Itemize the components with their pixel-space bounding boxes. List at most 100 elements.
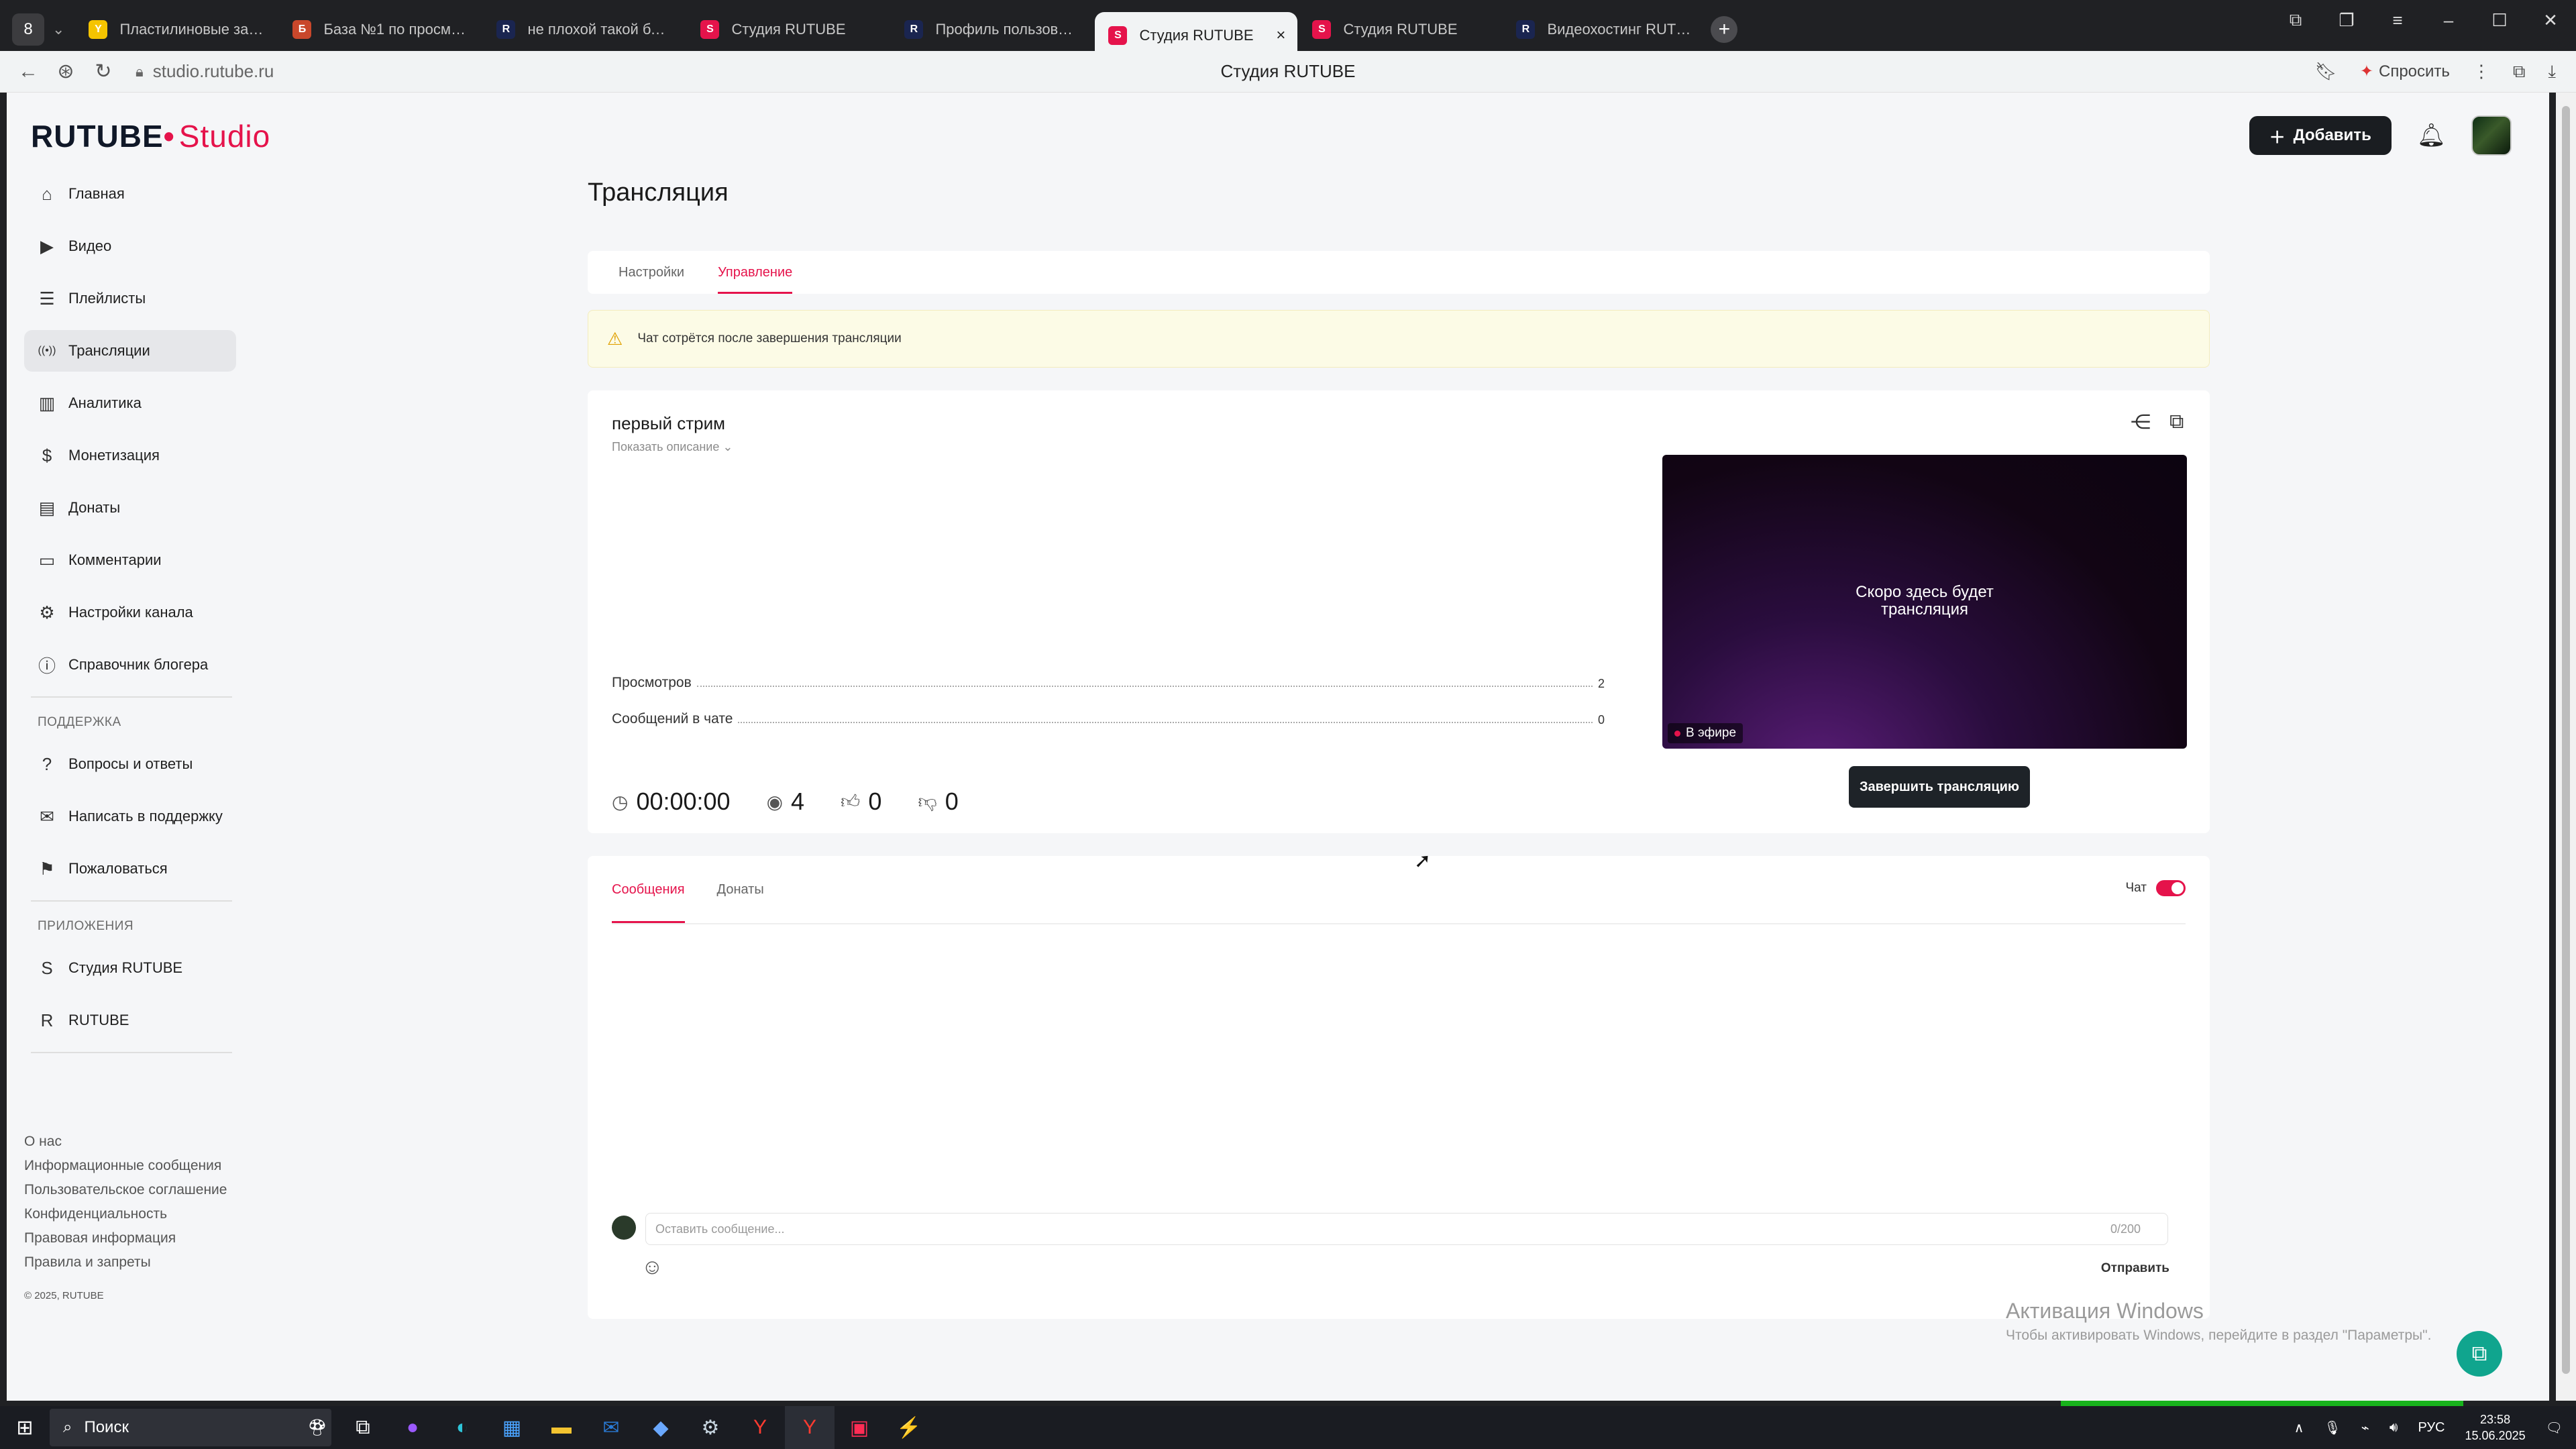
extensions-icon[interactable]: ⧉ (2270, 9, 2321, 31)
browser-page-title: Студия RUTUBE (1220, 61, 1356, 81)
show-description-link[interactable]: Показать описание ⌄ (612, 440, 733, 454)
more-menu-icon[interactable]: ⋮ (2473, 61, 2490, 82)
footer-link[interactable]: Пользовательское соглашение (24, 1178, 227, 1202)
analytics-icon: ▥ (38, 392, 56, 413)
network-icon[interactable]: ⌁ (2361, 1419, 2369, 1436)
sidebar-item[interactable]: ▭ Комментарии (24, 539, 236, 581)
footer-link[interactable]: Конфиденциальность (24, 1202, 227, 1226)
footer-link[interactable]: Правовая информация (24, 1226, 227, 1250)
collections-icon[interactable]: ⧉ (2513, 61, 2526, 83)
start-icon[interactable]: ⊞ (0, 1406, 50, 1449)
browser-tab[interactable]: Rне плохой такой блеx хорo (483, 8, 686, 51)
footer-link[interactable]: Информационные сообщения (24, 1154, 227, 1178)
tray-expand-icon[interactable]: ∧ (2294, 1419, 2304, 1436)
download-icon[interactable]: ⤓ (2548, 61, 2557, 83)
tab-group-button[interactable]: 8 (12, 13, 44, 46)
share-icon[interactable]: ⋲ (2131, 411, 2151, 434)
back-icon[interactable]: ← (9, 60, 47, 83)
sidebar-item[interactable]: S Студия RUTUBE (24, 947, 236, 989)
explorer-icon[interactable]: ▬ (537, 1406, 586, 1449)
bell-icon[interactable]: 🔔︎ (2417, 122, 2446, 149)
send-button[interactable]: Отправить (2101, 1261, 2169, 1276)
external-link-icon[interactable]: ⧉ (2169, 411, 2184, 433)
sidebar-item[interactable]: ✉ Написать в поддержку (24, 796, 236, 837)
steam-icon[interactable]: ⚙ (686, 1406, 735, 1449)
app-icon-purple[interactable]: ● (388, 1406, 437, 1449)
sidebar-item-label: Написать в поддержку (68, 808, 223, 824)
support-chat-icon[interactable]: ⧉ (2457, 1331, 2502, 1377)
browser-tab[interactable]: Б База №1 по просмотру ан (279, 8, 482, 51)
app-icon-blue[interactable]: ◆ (636, 1406, 686, 1449)
maximize-icon[interactable]: ☐ (2474, 10, 2525, 31)
minimize-icon[interactable]: – (2423, 10, 2474, 31)
browser-tab[interactable]: R Профиль пользователя R (891, 8, 1093, 51)
close-tab-icon[interactable]: × (1276, 26, 1285, 45)
tab-donations[interactable]: Донаты (717, 856, 764, 923)
monetization-icon: $ (42, 445, 52, 466)
browser-tab[interactable]: S Студия RUTUBE (687, 8, 890, 51)
url-field[interactable]: 🔒︎ studio.rutube.ru (136, 61, 274, 82)
add-button-label: Добавить (2293, 126, 2371, 144)
sidebar-item[interactable]: ▤ Донаты (24, 487, 236, 529)
sidebar-item[interactable]: ⚙ Настройки канала (24, 592, 236, 633)
tab-management[interactable]: Управление (718, 251, 793, 294)
sidebar-item[interactable]: ⚑ Пожаловаться (24, 848, 236, 890)
sidebar-item[interactable]: ⌂ Главная (24, 173, 236, 215)
emoji-icon[interactable]: ☺ (641, 1254, 663, 1279)
ask-button[interactable]: ✦ Спросить (2360, 62, 2450, 81)
tabs-dropdown-icon[interactable]: ⌄ (52, 21, 64, 38)
app-icon-yellow[interactable]: ⚡ (884, 1406, 934, 1449)
tab-settings[interactable]: Настройки (619, 251, 684, 294)
volume-icon[interactable]: 🔊︎ (2390, 1420, 2398, 1436)
footer-link[interactable]: О нас (24, 1130, 227, 1154)
menu-icon[interactable]: ≡ (2372, 10, 2423, 31)
browser-tab[interactable]: Y Пластилиновые заплатки (75, 8, 278, 51)
clock[interactable]: 23:58 15.06.2025 (2465, 1411, 2526, 1444)
outlook-icon[interactable]: ✉ (586, 1406, 636, 1449)
dislike-icon: 👎︎ (918, 791, 937, 812)
sidebar-item[interactable]: $ Монетизация (24, 435, 236, 476)
protect-icon[interactable]: ⊛ (47, 60, 85, 83)
sidebar-item[interactable]: ▥ Аналитика (24, 382, 236, 424)
yandex-icon[interactable]: Y (735, 1406, 785, 1449)
page-title: Трансляция (588, 178, 729, 207)
reload-icon[interactable]: ↻ (85, 60, 122, 83)
sidebar-item-label: Вопросы и ответы (68, 755, 193, 772)
end-stream-button[interactable]: Завершить трансляцию (1849, 766, 2030, 808)
stream-card: первый стрим Показать описание ⌄ ⋲ ⧉ Про… (588, 390, 2210, 833)
yandex-browser-icon[interactable]: Y (785, 1406, 835, 1449)
taskbar-search[interactable]: ⌕ Поиск 🍄︎ (50, 1409, 331, 1446)
browser-tab[interactable]: S Студия RUTUBE (1299, 8, 1501, 51)
sidebar-item[interactable]: ▶ Видео (24, 225, 236, 267)
scrollbar-thumb[interactable] (2562, 106, 2570, 1374)
store-icon[interactable]: ▦ (487, 1406, 537, 1449)
bookmark-icon[interactable]: 🔖︎ (2315, 61, 2337, 82)
app-icon-red[interactable]: ▣ (835, 1406, 884, 1449)
language-indicator[interactable]: РУС (2418, 1420, 2445, 1436)
add-button[interactable]: ＋ Добавить (2249, 116, 2392, 155)
new-tab-button[interactable]: + (1711, 16, 1738, 43)
sidebar-item-label: Монетизация (68, 447, 160, 464)
notifications-icon[interactable]: 🗨︎ (2546, 1419, 2563, 1436)
close-window-icon[interactable]: ✕ (2525, 10, 2576, 31)
task-view-icon[interactable]: ⧉ (338, 1406, 388, 1449)
sidebar-item[interactable]: ((•)) Трансляции (24, 330, 236, 372)
footer-link[interactable]: Правила и запреты (24, 1250, 227, 1275)
sidebar-item[interactable]: ⓘ Справочник блогера (24, 644, 236, 686)
tab-search-icon[interactable]: ❐ (2321, 10, 2372, 31)
sidebar-item[interactable]: ☰ Плейлисты (24, 278, 236, 319)
microphone-icon[interactable]: 🎙︎ (2324, 1419, 2341, 1436)
sidebar-item[interactable]: R RUTUBE (24, 1000, 236, 1041)
stream-preview-player[interactable]: Скоро здесь будет трансляция В эфире (1662, 455, 2187, 749)
edge-icon[interactable]: ◐ (437, 1406, 487, 1449)
page-scrollbar[interactable] (2556, 93, 2576, 1401)
tab-messages[interactable]: Сообщения (612, 856, 685, 923)
sidebar-item[interactable]: ? Вопросы и ответы (24, 743, 236, 785)
rutube-studio-logo[interactable]: RUTUBE• Studio (31, 118, 270, 154)
browser-tab[interactable]: R Видеохостинг RUTUBE. С (1503, 8, 1705, 51)
message-input[interactable]: Оставить сообщение... 0/200 (645, 1213, 2168, 1245)
chat-switch[interactable] (2156, 880, 2186, 896)
sidebar-support-nav: ? Вопросы и ответы ✉ Написать в поддержку ⚑ П… (24, 743, 236, 890)
avatar[interactable] (2471, 115, 2512, 156)
address-actions: 🔖︎ ✦ Спросить ⋮ ⧉ ⤓ (2315, 61, 2556, 83)
